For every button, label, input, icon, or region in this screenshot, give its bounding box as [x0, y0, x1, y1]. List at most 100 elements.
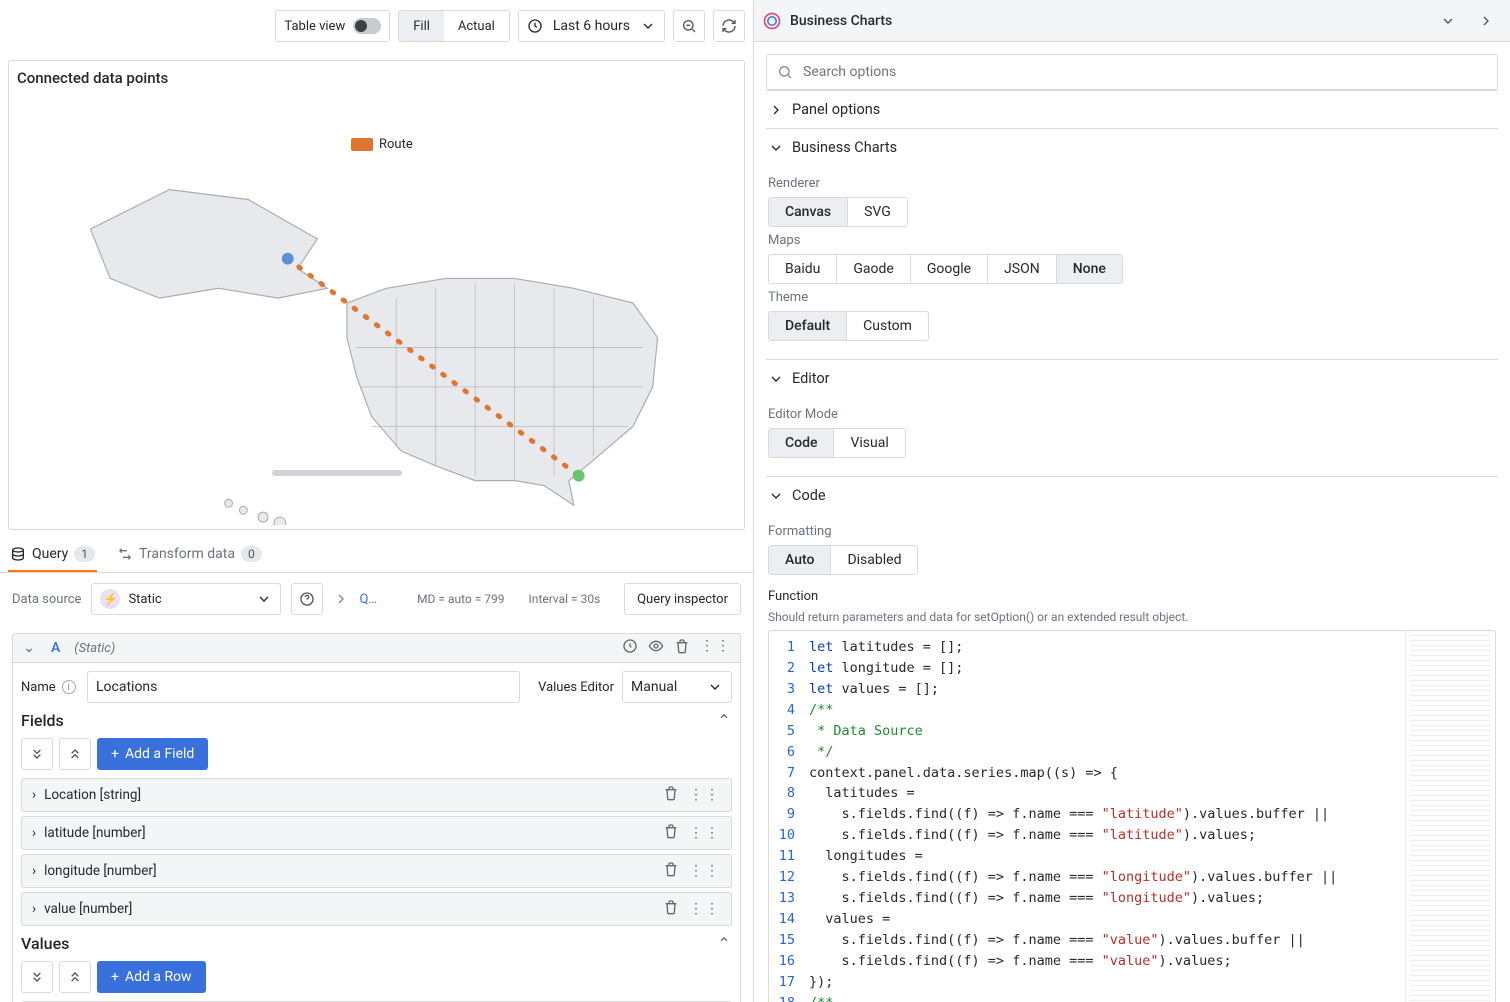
query-drag-handle[interactable]: ⋮⋮ [700, 638, 732, 658]
table-view-label: Table view [284, 19, 345, 34]
query-crumb[interactable]: Q… [359, 592, 377, 607]
values-editor-label: Values Editor [538, 680, 614, 695]
editor-option-code[interactable]: Code [769, 429, 833, 457]
field-drag-handle[interactable]: ⋮⋮ [689, 787, 721, 803]
chevron-down-icon [768, 488, 784, 504]
theme-option-default[interactable]: Default [769, 312, 846, 340]
query-letter[interactable]: A [51, 640, 60, 656]
tab-transform-count: 0 [241, 546, 262, 562]
field-delete-button[interactable] [663, 823, 679, 843]
maps-option-json[interactable]: JSON [988, 255, 1056, 283]
panel-title: Connected data points [17, 69, 736, 87]
search-icon [777, 64, 793, 80]
formatting-option-disabled[interactable]: Disabled [831, 546, 917, 574]
renderer-option-canvas[interactable]: Canvas [769, 198, 847, 226]
refresh-button[interactable] [713, 10, 745, 42]
usa-map-svg [17, 91, 736, 525]
group-editor[interactable]: Editor [766, 359, 1498, 397]
tab-transform[interactable]: Transform data 0 [115, 538, 264, 572]
query-inspector-button[interactable]: Query inspector [624, 583, 741, 615]
field-drag-handle[interactable]: ⋮⋮ [689, 863, 721, 879]
name-input[interactable] [87, 671, 520, 703]
code-lines[interactable]: let latitudes = [];let longitude = [];le… [805, 631, 1405, 1002]
maps-option-baidu[interactable]: Baidu [769, 255, 836, 283]
field-row[interactable]: ›latitude [number] ⋮⋮ [21, 816, 732, 850]
chevron-down-icon [707, 679, 723, 695]
collapse-query-button[interactable]: ⌄ [21, 640, 37, 656]
actual-button[interactable]: Actual [444, 11, 509, 41]
search-input[interactable] [801, 63, 1487, 81]
field-row[interactable]: ›Location [string] ⋮⋮ [21, 778, 732, 812]
database-icon [10, 546, 26, 562]
resize-handle[interactable] [272, 470, 402, 476]
chevrons-down-icon [29, 969, 45, 985]
datasource-row: Data source ⚡ Static Q… MD = auto = 799 … [0, 573, 753, 625]
query-tabs: Query 1 Transform data 0 [0, 538, 753, 573]
code-minimap[interactable] [1405, 631, 1495, 1002]
trash-icon [674, 638, 690, 654]
field-row[interactable]: ›value [number] ⋮⋮ [21, 892, 732, 926]
field-delete-button[interactable] [663, 785, 679, 805]
time-range-picker[interactable]: Last 6 hours [518, 10, 665, 42]
table-view-toggle[interactable]: Table view [275, 10, 390, 42]
field-drag-handle[interactable]: ⋮⋮ [689, 825, 721, 841]
chevrons-down-icon [29, 746, 45, 762]
expand-all-fields-button[interactable] [59, 738, 91, 770]
info-icon[interactable]: i [62, 680, 76, 694]
group-panel-options[interactable]: Panel options [766, 90, 1498, 128]
table-view-switch[interactable] [353, 18, 381, 34]
query-time-button[interactable] [622, 638, 638, 658]
collapse-all-rows-button[interactable] [21, 961, 53, 993]
datasource-label: Data source [12, 592, 81, 607]
editor-option-visual[interactable]: Visual [834, 429, 904, 457]
values-editor-select[interactable]: Manual [622, 671, 732, 703]
field-row[interactable]: ›longitude [number] ⋮⋮ [21, 854, 732, 888]
chevron-down-icon [640, 18, 656, 34]
datasource-select[interactable]: ⚡ Static [91, 583, 281, 615]
group-code[interactable]: Code [766, 476, 1498, 514]
map-visualization[interactable] [17, 91, 736, 525]
fill-actual-segment: Fill Actual [398, 10, 510, 42]
formatting-option-auto[interactable]: Auto [769, 546, 830, 574]
fill-button[interactable]: Fill [399, 11, 444, 41]
group-business-charts[interactable]: Business Charts [766, 128, 1498, 166]
expand-all-rows-button[interactable] [59, 961, 91, 993]
maps-label: Maps [768, 233, 1496, 248]
collapse-pane-button[interactable] [1470, 5, 1502, 37]
route-end-point [573, 470, 585, 482]
panel-preview: Connected data points Route [8, 60, 745, 530]
formatting-segment: AutoDisabled [768, 545, 918, 575]
chevron-right-icon [768, 102, 784, 118]
query-delete-button[interactable] [674, 638, 690, 658]
plus-icon: + [111, 746, 119, 762]
theme-option-custom[interactable]: Custom [847, 312, 928, 340]
add-row-button[interactable]: + Add a Row [97, 961, 206, 993]
maps-option-google[interactable]: Google [911, 255, 987, 283]
code-editor[interactable]: 1234567891011121314151617181920212223 le… [768, 630, 1496, 1002]
tab-query[interactable]: Query 1 [8, 538, 97, 572]
field-delete-button[interactable] [663, 861, 679, 881]
datasource-help-button[interactable] [291, 583, 323, 615]
chevron-down-icon [1440, 13, 1456, 29]
maps-option-none[interactable]: None [1057, 255, 1122, 283]
viz-picker-button[interactable] [1432, 5, 1464, 37]
renderer-option-svg[interactable]: SVG [848, 198, 907, 226]
refresh-icon [721, 18, 737, 34]
field-name: latitude [number] [44, 825, 146, 841]
maps-option-gaode[interactable]: Gaode [837, 255, 909, 283]
zoom-out-button[interactable] [673, 10, 705, 42]
maps-segment: BaiduGaodeGoogleJSONNone [768, 254, 1123, 284]
query-hide-button[interactable] [648, 638, 664, 658]
eye-icon [648, 638, 664, 654]
options-header-title: Business Charts [790, 13, 892, 29]
field-drag-handle[interactable]: ⋮⋮ [689, 901, 721, 917]
clock-outline-icon [622, 638, 638, 654]
values-collapse[interactable]: ⌃ [716, 934, 732, 953]
name-label: Namei [21, 680, 79, 695]
zoom-out-icon [681, 18, 697, 34]
add-field-button[interactable]: + Add a Field [97, 738, 208, 770]
collapse-all-fields-button[interactable] [21, 738, 53, 770]
field-delete-button[interactable] [663, 899, 679, 919]
fields-collapse[interactable]: ⌃ [716, 711, 732, 730]
search-options[interactable] [766, 54, 1498, 90]
